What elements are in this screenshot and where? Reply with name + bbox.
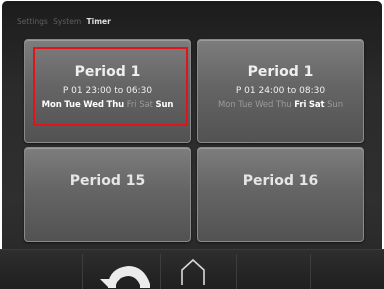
back-button[interactable] [96,254,162,289]
breadcrumb-system[interactable]: System [53,17,81,26]
day-thu: Thu [275,100,292,110]
back-arrow-icon [100,266,150,289]
day-fri: Fri [294,100,307,110]
nav-separator [82,254,83,289]
period-tile-16[interactable]: Period 16 [197,147,364,242]
day-mon: Mon [218,100,236,110]
nav-separator [310,254,311,289]
home-icon [181,258,205,285]
home-button[interactable] [178,258,208,286]
period-title: Period 15 [69,173,146,189]
day-wed: Wed [255,100,274,110]
breadcrumb-current: Timer [86,17,111,26]
breadcrumb: Settings System Timer [17,17,114,31]
selection-highlight [33,47,188,126]
period-tile-15[interactable]: Period 15 [24,147,191,242]
breadcrumb-settings[interactable]: Settings [17,17,48,26]
period-days: Mon Tue Wed Thu Fri Sat Sun [195,100,366,110]
day-tue: Tue [238,100,253,110]
day-sat: Sat [308,100,325,110]
period-title: Period 1 [247,64,314,80]
day-sun: Sun [327,100,343,110]
period-time: P 01 24:00 to 08:30 [235,86,326,96]
period-title: Period 16 [242,173,319,189]
period-tile-2[interactable]: Period 1 P 01 24:00 to 08:30 Mon Tue Wed… [197,39,364,143]
nav-separator [236,254,237,289]
